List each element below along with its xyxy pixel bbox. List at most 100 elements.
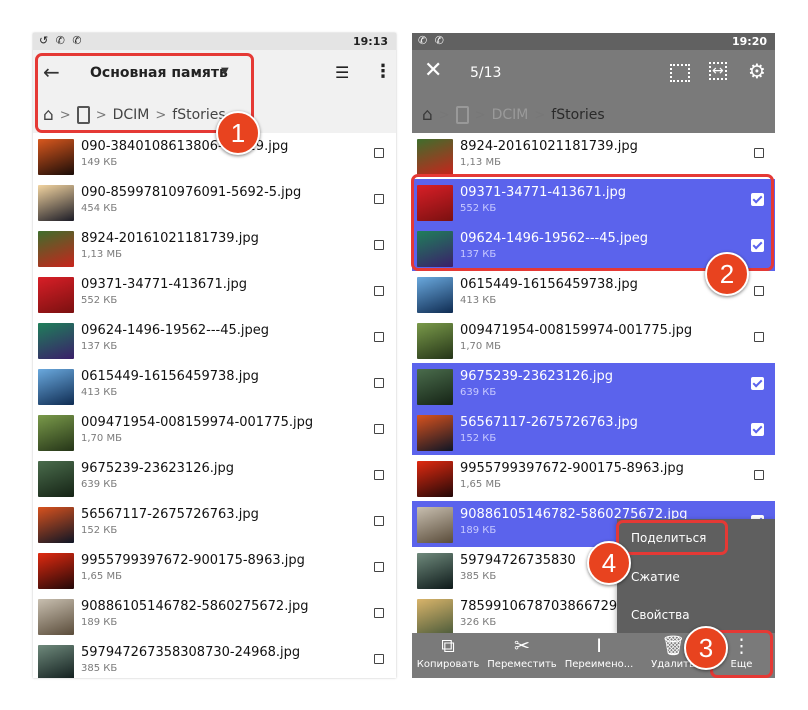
select-checkbox[interactable] — [374, 562, 384, 572]
file-row[interactable]: 90886105146782-5860275672.jpg 189 КБ — [33, 593, 396, 639]
file-row[interactable]: 0615449-16156459738.jpg 413 КБ — [33, 363, 396, 409]
select-checkbox[interactable] — [751, 377, 764, 390]
action-scissors-button[interactable]: ✂ Переместить — [484, 633, 560, 678]
file-row[interactable]: 090-85997810976091-5692-5.jpg 454 КБ — [33, 179, 396, 225]
file-name: 9675239-23623126.jpg — [460, 369, 614, 384]
chevron-right-icon: > — [474, 107, 486, 123]
file-thumbnail — [38, 415, 74, 451]
file-row[interactable]: 090-3840108613806-11029.jpg 149 КБ — [33, 133, 396, 179]
overflow-menu-icon[interactable]: ⋮ — [374, 61, 392, 82]
file-size: 149 КБ — [81, 157, 118, 168]
file-size: 552 КБ — [81, 295, 118, 306]
select-checkbox[interactable] — [374, 424, 384, 434]
action-copy-button[interactable]: ⧉ Копировать — [412, 633, 484, 678]
file-thumbnail — [38, 185, 74, 221]
file-row[interactable]: 9675239-23623126.jpg 639 КБ — [412, 363, 775, 409]
menu-item-compress[interactable]: Сжатие — [631, 570, 680, 584]
select-checkbox[interactable] — [374, 194, 384, 204]
file-thumbnail — [417, 369, 453, 405]
file-name: 009471954-008159974-001775.jpg — [460, 323, 693, 338]
home-icon[interactable]: ⌂ — [422, 105, 433, 125]
status-bar: ↺ ✆ ✆ 19:13 — [33, 33, 396, 50]
select-checkbox[interactable] — [374, 654, 384, 664]
select-checkbox[interactable] — [374, 148, 384, 158]
file-size: 137 КБ — [81, 341, 118, 352]
file-size: 639 КБ — [460, 387, 497, 398]
file-size: 189 КБ — [460, 525, 497, 536]
file-size: 326 КБ — [460, 617, 497, 628]
chevron-right-icon: > — [534, 107, 546, 123]
file-name: 9675239-23623126.jpg — [81, 461, 235, 476]
breadcrumb-dcim[interactable]: DCIM — [492, 107, 529, 123]
file-row[interactable]: 09624-1496-19562---45.jpeg 137 КБ — [33, 317, 396, 363]
action-label: Переимено... — [564, 659, 634, 670]
file-size: 413 КБ — [81, 387, 118, 398]
select-checkbox[interactable] — [754, 470, 764, 480]
file-size: 1,65 МБ — [81, 571, 122, 582]
select-all-icon[interactable] — [670, 64, 690, 82]
status-time: 19:13 — [352, 35, 388, 48]
file-row[interactable]: 8924-20161021181739.jpg 1,13 МБ — [412, 133, 775, 179]
step-badge-2: 2 — [705, 252, 749, 296]
action-rename-button[interactable]: I Переимено... — [560, 633, 638, 678]
file-thumbnail — [38, 231, 74, 267]
file-thumbnail — [417, 599, 453, 635]
file-size: 639 КБ — [81, 479, 118, 490]
file-row[interactable]: 597947267358308730-24968.jpg 385 КБ — [33, 639, 396, 678]
file-thumbnail — [417, 507, 453, 543]
file-thumbnail — [38, 277, 74, 313]
select-checkbox[interactable] — [374, 608, 384, 618]
file-row[interactable]: 56567117-2675726763.jpg 152 КБ — [33, 501, 396, 547]
file-row[interactable]: 09371-34771-413671.jpg 552 КБ — [33, 271, 396, 317]
select-range-icon[interactable]: ↔ — [709, 62, 727, 80]
close-icon[interactable]: ✕ — [424, 58, 442, 83]
file-thumbnail — [38, 553, 74, 589]
file-name: 597947267358308730-24968.jpg — [81, 645, 301, 660]
gear-icon[interactable]: ⚙ — [748, 59, 766, 83]
file-name: 0615449-16156459738.jpg — [81, 369, 259, 384]
menu-item-properties[interactable]: Свойства — [631, 608, 690, 622]
select-checkbox[interactable] — [374, 332, 384, 342]
file-name: 90886105146782-5860275672.jpg — [81, 599, 309, 614]
file-row[interactable]: 8924-20161021181739.jpg 1,13 МБ — [33, 225, 396, 271]
step-badge-3: 3 — [684, 626, 728, 670]
action-label: Копировать — [416, 659, 480, 670]
action-label: Переместить — [487, 659, 557, 670]
file-name: 9955799397672-900175-8963.jpg — [81, 553, 305, 568]
file-thumbnail — [38, 461, 74, 497]
file-row[interactable]: 9675239-23623126.jpg 639 КБ — [33, 455, 396, 501]
file-row[interactable]: 9955799397672-900175-8963.jpg 1,65 МБ — [33, 547, 396, 593]
file-row[interactable]: 56567117-2675726763.jpg 152 КБ — [412, 409, 775, 455]
breadcrumb-fstories[interactable]: fStories — [551, 107, 604, 123]
select-checkbox[interactable] — [374, 286, 384, 296]
file-size: 152 КБ — [460, 433, 497, 444]
highlight-frame-share — [616, 520, 728, 555]
file-name: 09624-1496-19562---45.jpeg — [81, 323, 270, 338]
file-thumbnail — [417, 277, 453, 313]
select-checkbox[interactable] — [374, 240, 384, 250]
select-checkbox[interactable] — [754, 148, 764, 158]
phone-storage-icon[interactable] — [455, 106, 469, 124]
notification-icons: ↺ ✆ ✆ — [39, 34, 84, 47]
file-size: 1,13 МБ — [81, 249, 122, 260]
file-size: 454 КБ — [81, 203, 118, 214]
select-checkbox[interactable] — [754, 286, 764, 296]
select-checkbox[interactable] — [754, 332, 764, 342]
file-size: 413 КБ — [460, 295, 497, 306]
status-time: 19:20 — [731, 35, 767, 48]
file-name: 56567117-2675726763.jpg — [81, 507, 259, 522]
file-thumbnail — [38, 599, 74, 635]
list-view-icon[interactable]: ☰ — [335, 63, 349, 82]
file-size: 385 КБ — [81, 663, 118, 674]
file-row[interactable]: 009471954-008159974-001775.jpg 1,70 МБ — [412, 317, 775, 363]
file-row[interactable]: 009471954-008159974-001775.jpg 1,70 МБ — [33, 409, 396, 455]
select-checkbox[interactable] — [374, 378, 384, 388]
file-size: 152 КБ — [81, 525, 118, 536]
select-checkbox[interactable] — [374, 470, 384, 480]
select-checkbox[interactable] — [751, 423, 764, 436]
file-name: 009471954-008159974-001775.jpg — [81, 415, 314, 430]
file-thumbnail — [417, 323, 453, 359]
select-checkbox[interactable] — [374, 516, 384, 526]
notification-icons: ✆ ✆ — [418, 34, 446, 47]
file-row[interactable]: 9955799397672-900175-8963.jpg 1,65 МБ — [412, 455, 775, 501]
